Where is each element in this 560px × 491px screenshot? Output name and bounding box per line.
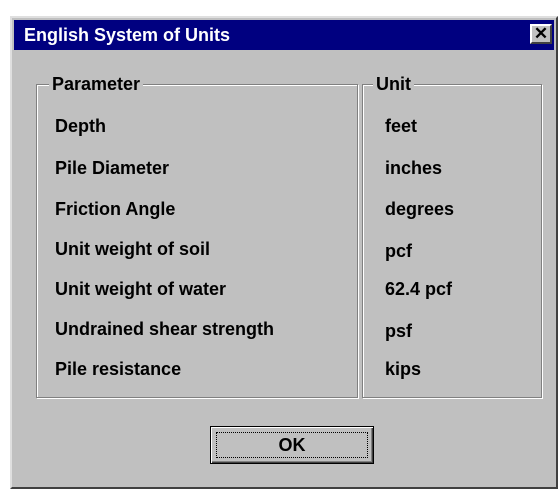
unit-groupbox: Unit feet inches degrees pcf 62.4 pcf ps… xyxy=(362,74,542,398)
parameter-unit-weight-water: Unit weight of water xyxy=(55,279,226,299)
unit-pile-resistance: kips xyxy=(385,359,422,379)
ok-button-label: OK xyxy=(216,432,368,458)
close-button[interactable]: ✕ xyxy=(530,24,552,44)
parameter-legend: Parameter xyxy=(49,74,144,94)
parameter-unit-weight-soil: Unit weight of soil xyxy=(55,239,210,259)
unit-undrained-shear-strength: psf xyxy=(385,321,412,341)
unit-legend: Unit xyxy=(373,74,414,94)
parameter-undrained-shear-strength: Undrained shear strength xyxy=(55,319,275,339)
unit-pile-diameter: inches xyxy=(385,158,443,178)
unit-unit-weight-water: 62.4 pcf xyxy=(385,279,453,299)
unit-unit-weight-soil: pcf xyxy=(385,241,412,261)
dialog-window: English System of Units ✕ Parameter Dept… xyxy=(10,16,558,489)
title-bar[interactable]: English System of Units ✕ xyxy=(14,20,554,50)
window-title: English System of Units xyxy=(24,25,231,45)
unit-friction-angle: degrees xyxy=(385,199,455,219)
unit-depth: feet xyxy=(385,116,418,136)
ok-button[interactable]: OK xyxy=(210,426,374,464)
close-icon: ✕ xyxy=(533,24,549,43)
parameter-pile-diameter: Pile Diameter xyxy=(55,158,170,178)
parameter-friction-angle: Friction Angle xyxy=(55,199,176,219)
parameter-pile-resistance: Pile resistance xyxy=(55,359,182,379)
parameter-depth: Depth xyxy=(55,116,106,136)
parameter-groupbox: Parameter Depth Pile Diameter Friction A… xyxy=(36,74,358,398)
